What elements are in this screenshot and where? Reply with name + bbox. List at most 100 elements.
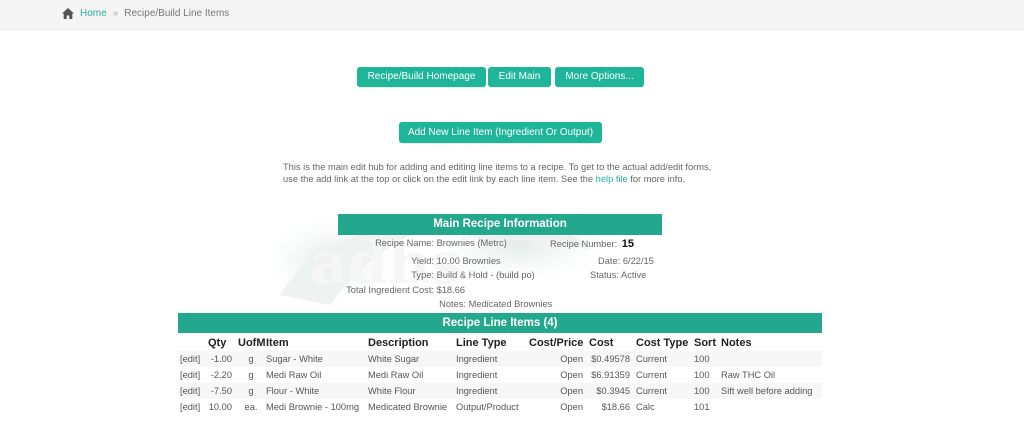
recipe-name-label: Recipe Name: [375, 238, 434, 248]
more-options-button[interactable]: More Options... [555, 67, 644, 87]
cost-price-cell: Open [560, 402, 583, 412]
description-cell: Medicated Brownie [368, 402, 448, 412]
notes-cell [719, 399, 822, 415]
recipe-name-value: Brownies (Metrc) [436, 238, 507, 248]
recipe-number-value: 15 [621, 238, 635, 250]
status-value: Active [621, 270, 647, 280]
recipe-number-label: Recipe Number: [550, 239, 618, 249]
col-uofm: UofM [238, 336, 266, 349]
breadcrumb-home-link[interactable]: Home [80, 8, 107, 19]
uofm-cell: g [248, 370, 254, 380]
sort-cell: 100 [692, 383, 719, 399]
add-line-item-button[interactable]: Add New Line Item (Ingredient Or Output) [399, 122, 602, 143]
edit-link[interactable]: [edit] [178, 351, 206, 367]
col-cost-price: Cost/Price [529, 336, 584, 349]
edit-link[interactable]: [edit] [178, 367, 206, 383]
line-items-header: Recipe Line Items (4) [178, 313, 822, 333]
cost-price-cell: Open [527, 351, 587, 367]
qty-cell: -2.20 [210, 370, 232, 380]
col-item: Item [266, 336, 289, 349]
total-cost-row: Total Ingredient Cost: $18.66 [338, 285, 465, 295]
recipe-name-row: Recipe Name: Brownies (Metrc) [338, 238, 507, 248]
cost-type-cell: Current [634, 351, 692, 367]
col-qty: Qty [208, 336, 227, 349]
line-type-cell: Ingredient [454, 351, 527, 367]
cost-price-cell: Open [560, 370, 583, 380]
breadcrumb-bar: Home » Recipe/Build Line Items [0, 0, 1024, 30]
line-items-header-row: Qty UofM Item Description Line Type Cost… [178, 334, 822, 351]
status-row: Status: Active [590, 270, 646, 280]
qty-cell: -1.00 [206, 351, 236, 367]
qty-cell: -7.50 [206, 383, 236, 399]
col-notes: Notes [721, 336, 752, 349]
status-label: Status: [590, 270, 619, 280]
type-row: Type: Build & Hold - (build po) [338, 270, 535, 280]
item-link[interactable]: Sugar - White [264, 351, 366, 367]
cost-cell: $0.49578 [587, 351, 634, 367]
col-cost-type: Cost Type [636, 336, 689, 349]
line-type-cell: Output/Product [456, 402, 519, 412]
item-link[interactable]: Flour - White [264, 383, 366, 399]
cost-type-cell: Current [634, 383, 692, 399]
cost-type-cell: Calc [636, 402, 655, 412]
uofm-cell: ea. [244, 402, 258, 412]
line-type-cell: Ingredient [454, 383, 527, 399]
main-recipe-info-header: Main Recipe Information [338, 214, 662, 235]
notes-cell: Raw THC Oil [721, 370, 776, 380]
notes-value: Medicated Brownies [468, 299, 553, 309]
col-sort: Sort [694, 336, 716, 349]
table-row: [edit] -7.50 g Flour - White White Flour… [178, 383, 822, 399]
home-icon[interactable] [62, 8, 74, 19]
uofm-cell: g [236, 351, 264, 367]
date-value: 6/22/15 [622, 256, 654, 266]
date-row: Date: 6/22/15 [598, 256, 654, 266]
cost-price-cell: Open [527, 383, 587, 399]
description-cell: Medi Raw Oil [368, 370, 424, 380]
help-file-link[interactable]: help file [596, 174, 628, 184]
notes-cell [719, 351, 822, 367]
sort-cell: 100 [694, 370, 710, 380]
breadcrumb: Home » Recipe/Build Line Items [62, 8, 229, 19]
sort-cell: 101 [694, 402, 710, 412]
total-cost-value: $18.66 [436, 285, 466, 295]
table-row: [edit] -2.20 g Medi Raw Oil Medi Raw Oil… [178, 367, 822, 383]
col-cost: Cost [589, 336, 614, 349]
description-cell: White Flour [366, 383, 454, 399]
col-edit [178, 334, 206, 351]
edit-link[interactable]: [edit] [178, 399, 206, 415]
yield-label: Yield: [411, 256, 434, 266]
edit-link[interactable]: [edit] [178, 383, 206, 399]
notes-label: Notes: [439, 299, 466, 309]
col-line-type: Line Type [456, 336, 507, 349]
item-link[interactable]: Medi Brownie - 100mg [264, 399, 366, 415]
table-row: [edit] 10.00 ea. Medi Brownie - 100mg Me… [178, 399, 822, 415]
recipe-number-row: Recipe Number: 15 [550, 238, 634, 250]
type-label: Type: [411, 270, 434, 280]
yield-row: Yield: 10.00 Brownies [338, 256, 501, 266]
notes-cell: Sift well before adding [719, 383, 822, 399]
edit-main-button[interactable]: Edit Main [488, 67, 551, 87]
description-cell: White Sugar [366, 351, 454, 367]
cost-cell: $6.91359 [591, 370, 630, 380]
cost-cell: $0.3945 [587, 383, 634, 399]
breadcrumb-current: Recipe/Build Line Items [124, 8, 230, 19]
line-type-cell: Ingredient [456, 370, 498, 380]
uofm-cell: g [236, 383, 264, 399]
item-link[interactable]: Medi Raw Oil [264, 367, 366, 383]
line-items-table: Qty UofM Item Description Line Type Cost… [178, 334, 822, 415]
notes-row: Notes: Medicated Brownies [338, 299, 552, 309]
table-row: [edit] -1.00 g Sugar - White White Sugar… [178, 351, 822, 367]
sort-cell: 100 [692, 351, 719, 367]
qty-cell: 10.00 [208, 402, 232, 412]
cost-type-cell: Current [636, 370, 668, 380]
intro-text-after: for more info. [627, 174, 686, 184]
type-value: Build & Hold - (build po) [436, 270, 535, 280]
cost-cell: $18.66 [601, 402, 630, 412]
recipe-build-homepage-button[interactable]: Recipe/Build Homepage [357, 67, 486, 87]
col-description: Description [368, 336, 429, 349]
intro-text: This is the main edit hub for adding and… [283, 161, 723, 185]
yield-value: 10.00 Brownies [436, 256, 501, 266]
total-cost-label: Total Ingredient Cost: [346, 285, 434, 295]
date-label: Date: [598, 256, 621, 266]
breadcrumb-separator-icon: » [112, 8, 119, 19]
